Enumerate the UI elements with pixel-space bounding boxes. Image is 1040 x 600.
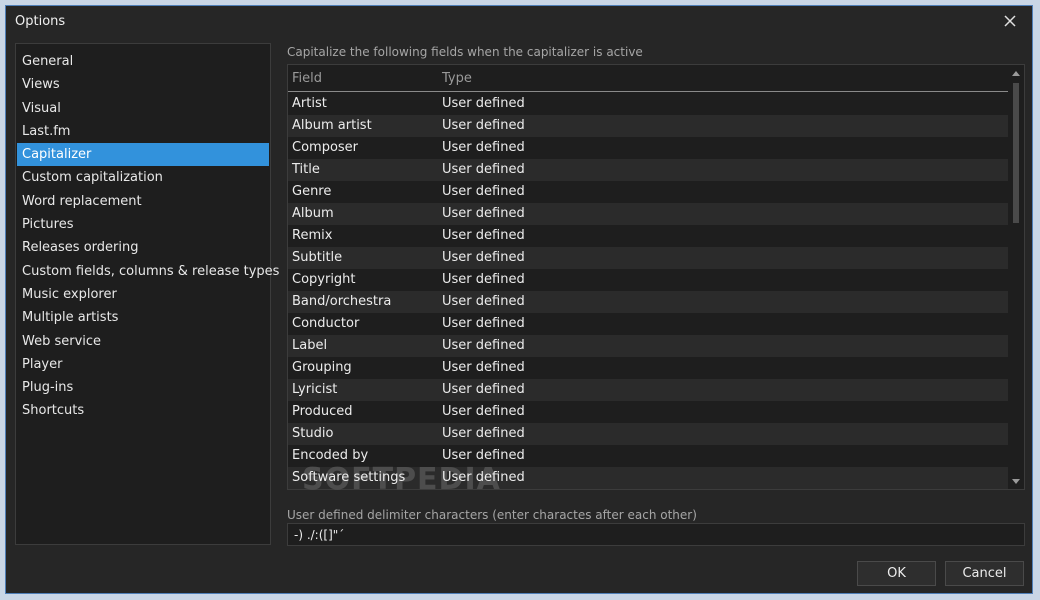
- title-bar: Options: [6, 6, 1032, 36]
- type-cell[interactable]: User defined: [442, 467, 525, 489]
- table-row[interactable]: Encoded by User defined: [288, 445, 1008, 467]
- type-cell[interactable]: User defined: [442, 291, 525, 313]
- table-row[interactable]: Copyright User defined: [288, 269, 1008, 291]
- fields-grid: Field Type Artist User defined Album artis…: [287, 64, 1025, 490]
- table-row[interactable]: Subtitle User defined: [288, 247, 1008, 269]
- table-row[interactable]: Label User defined: [288, 335, 1008, 357]
- delimiter-input[interactable]: [287, 523, 1025, 546]
- sidebar-item-music-explorer[interactable]: Music explorer: [17, 283, 269, 306]
- field-cell: Album artist: [292, 118, 372, 133]
- sidebar-item-general[interactable]: General: [17, 50, 269, 73]
- scrollbar-thumb[interactable]: [1013, 83, 1019, 223]
- scroll-down-icon[interactable]: [1011, 476, 1021, 486]
- table-row[interactable]: Album User defined: [288, 203, 1008, 225]
- close-button[interactable]: [998, 10, 1022, 32]
- type-cell[interactable]: User defined: [442, 137, 525, 159]
- table-row[interactable]: Conductor User defined: [288, 313, 1008, 335]
- field-cell: Lyricist: [292, 382, 338, 397]
- table-row[interactable]: Genre User defined: [288, 181, 1008, 203]
- field-cell: Encoded by: [292, 448, 369, 463]
- cancel-button[interactable]: Cancel: [945, 561, 1024, 586]
- vertical-scrollbar[interactable]: [1008, 65, 1024, 489]
- sidebar-item-custom-fields-columns-release-types[interactable]: Custom fields, columns & release types: [17, 260, 279, 283]
- sidebar-item-visual[interactable]: Visual: [17, 97, 269, 120]
- sidebar-item-shortcuts[interactable]: Shortcuts: [17, 399, 269, 422]
- close-icon: [1004, 15, 1016, 27]
- type-cell[interactable]: User defined: [442, 269, 525, 291]
- field-cell: Title: [292, 162, 320, 177]
- sidebar-item-releases-ordering[interactable]: Releases ordering: [17, 236, 269, 259]
- type-cell[interactable]: User defined: [442, 93, 525, 115]
- sidebar-item-capitalizer[interactable]: Capitalizer: [17, 143, 269, 167]
- delimiter-label: User defined delimiter characters (enter…: [287, 508, 697, 522]
- field-cell: Remix: [292, 228, 333, 243]
- field-cell: Subtitle: [292, 250, 343, 265]
- options-window: Options General Views Visual Last.fm Capital…: [5, 5, 1033, 594]
- fields-section-label: Capitalize the following fields when the…: [287, 45, 643, 59]
- sidebar-item-web-service[interactable]: Web service: [17, 330, 269, 353]
- sidebar-item-last-fm[interactable]: Last.fm: [17, 120, 269, 143]
- type-cell[interactable]: User defined: [442, 401, 525, 423]
- column-header-type[interactable]: Type: [442, 71, 472, 86]
- type-cell[interactable]: User defined: [442, 247, 525, 269]
- table-row[interactable]: Software settings User defined: [288, 467, 1008, 489]
- table-row[interactable]: Title User defined: [288, 159, 1008, 181]
- field-cell: Grouping: [292, 360, 352, 375]
- ok-button[interactable]: OK: [857, 561, 936, 586]
- type-cell[interactable]: User defined: [442, 159, 525, 181]
- type-cell[interactable]: User defined: [442, 313, 525, 335]
- type-cell[interactable]: User defined: [442, 203, 525, 225]
- type-cell[interactable]: User defined: [442, 225, 525, 247]
- table-row[interactable]: Artist User defined: [288, 93, 1008, 115]
- type-cell[interactable]: User defined: [442, 335, 525, 357]
- sidebar-item-word-replacement[interactable]: Word replacement: [17, 190, 269, 213]
- type-cell[interactable]: User defined: [442, 115, 525, 137]
- field-cell: Composer: [292, 140, 359, 155]
- table-row[interactable]: Remix User defined: [288, 225, 1008, 247]
- type-cell[interactable]: User defined: [442, 445, 525, 467]
- type-cell[interactable]: User defined: [442, 379, 525, 401]
- type-cell[interactable]: User defined: [442, 423, 525, 445]
- scroll-up-icon[interactable]: [1011, 68, 1021, 78]
- table-row[interactable]: Composer User defined: [288, 137, 1008, 159]
- sidebar-item-plug-ins[interactable]: Plug-ins: [17, 376, 269, 399]
- field-cell: Label: [292, 338, 328, 353]
- table-row[interactable]: Album artist User defined: [288, 115, 1008, 137]
- grid-rows: Artist User defined Album artist User defin…: [288, 93, 1008, 489]
- sidebar-item-multiple-artists[interactable]: Multiple artists: [17, 306, 269, 329]
- field-cell: Produced: [292, 404, 353, 419]
- table-row[interactable]: Produced User defined: [288, 401, 1008, 423]
- options-category-list: General Views Visual Last.fm Capitalizer Cust…: [15, 43, 279, 545]
- field-cell: Band/orchestra: [292, 294, 392, 309]
- sidebar-item-player[interactable]: Player: [17, 353, 269, 376]
- table-row[interactable]: Band/orchestra User defined: [288, 291, 1008, 313]
- type-cell[interactable]: User defined: [442, 181, 525, 203]
- field-cell: Album: [292, 206, 334, 221]
- type-cell[interactable]: User defined: [442, 357, 525, 379]
- sidebar-item-custom-capitalization[interactable]: Custom capitalization: [17, 166, 269, 189]
- field-cell: Copyright: [292, 272, 356, 287]
- window-title: Options: [15, 14, 66, 29]
- field-cell: Artist: [292, 96, 327, 111]
- field-cell: Genre: [292, 184, 332, 199]
- field-cell: Conductor: [292, 316, 360, 331]
- sidebar-item-pictures[interactable]: Pictures: [17, 213, 269, 236]
- field-cell: Software settings: [292, 470, 406, 485]
- field-cell: Studio: [292, 426, 334, 441]
- column-header-field[interactable]: Field: [292, 71, 322, 86]
- category-items: General Views Visual Last.fm Capitalizer Cust…: [16, 44, 279, 423]
- table-row[interactable]: Grouping User defined: [288, 357, 1008, 379]
- table-row[interactable]: Lyricist User defined: [288, 379, 1008, 401]
- grid-header: Field Type: [288, 65, 1008, 92]
- sidebar-item-views[interactable]: Views: [17, 73, 269, 96]
- table-row[interactable]: Studio User defined: [288, 423, 1008, 445]
